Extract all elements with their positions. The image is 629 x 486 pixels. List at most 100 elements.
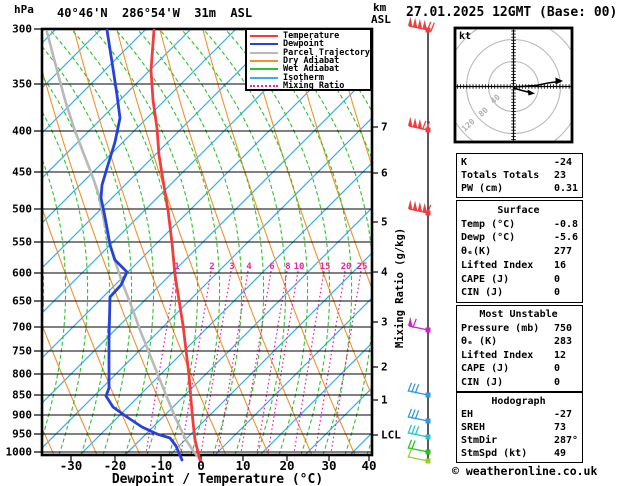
stat-label: PW (cm) [461, 183, 504, 194]
stat-row: Pressure (mb) 750 [461, 323, 582, 334]
dry-adiabat-line [0, 30, 11, 455]
wind-barb [407, 439, 431, 455]
km-tick-label: 4 [381, 266, 388, 279]
legend: Temperature Dewpoint Parcel Trajectory Dry … [245, 28, 372, 91]
stat-label: Pressure (mb) [461, 322, 540, 334]
surface-box: Surface Temp (°C) -0.8 Dewp (°C) -5.6 θₑ(K) 27… [456, 200, 583, 303]
km-tick-label: 6 [381, 167, 388, 180]
stat-value: 0 [554, 273, 561, 285]
most-unstable-box: Most Unstable Pressure (mb) 750 θₑ (K) 283 Li… [456, 305, 583, 392]
pressure-tick-label: 450 [12, 166, 32, 179]
pressure-tick-label: 800 [12, 368, 32, 381]
stat-row: CIN (J) 0 [461, 287, 582, 298]
stat-label: K [461, 157, 468, 168]
stat-value: -5.6 [554, 232, 579, 244]
wind-barb [407, 424, 431, 440]
legend-item: Mixing Ratio [250, 82, 370, 90]
stat-label: CAPE (J) [461, 273, 510, 285]
station-title: 40°46'N 286°54'W 31m ASL [57, 6, 253, 20]
stat-row: K -24 [461, 157, 582, 168]
stat-value: 283 [554, 336, 573, 348]
pressure-tick-label: 350 [12, 78, 32, 91]
wind-barb [408, 199, 432, 216]
stat-row: StmSpd (kt) 49 [461, 448, 582, 459]
stat-row: CAPE (J) 0 [461, 363, 582, 374]
stat-value: -24 [554, 157, 573, 168]
pressure-tick-label: 300 [12, 23, 32, 36]
hodograph-unit-label: kt [459, 31, 472, 42]
stat-label: Dewp (°C) [461, 232, 516, 244]
section-title: Hodograph [491, 396, 546, 407]
mixing-ratio-axis-title: Mixing Ratio (g/kg) [394, 227, 406, 348]
stat-label: SREH [461, 422, 486, 433]
stat-value: 750 [554, 322, 573, 334]
pressure-axis-unit-label: hPa [14, 3, 34, 16]
stat-label: Totals Totals [461, 170, 540, 181]
datetime-label: 27.01.2025 12GMT (Base: 00) [406, 5, 618, 20]
pressure-tick-label: 700 [12, 321, 32, 334]
stats-box: K -24 Totals Totals 23 PW (cm) 0.31 [456, 153, 583, 198]
km-tick-label: 2 [381, 361, 388, 374]
section-title: Most Unstable [479, 309, 558, 321]
asl-axis-unit-label: ASL [371, 13, 391, 26]
stat-row: PW (cm) 0.31 [461, 183, 582, 194]
stat-value: -27 [554, 409, 573, 420]
section-title: Surface [497, 204, 540, 216]
pressure-tick-label: 750 [12, 345, 32, 358]
mixing-ratio-value-label: 2 [209, 262, 214, 272]
mixing-ratio-value-label: 6 [269, 262, 274, 272]
wind-barb [407, 408, 431, 424]
stat-value: 287° [554, 435, 579, 446]
hodograph-stats-box: Hodograph EH -27 SREH 73 StmDir 287° StmSpd (kt… [456, 392, 583, 463]
stat-label: StmDir [461, 435, 498, 446]
km-tick-label: 1 [381, 394, 388, 407]
stat-value: 16 [554, 259, 567, 271]
stat-label: Temp (°C) [461, 218, 516, 230]
temp-tick-label: -20 [104, 458, 127, 473]
legend-label: Mixing Ratio [283, 80, 345, 91]
mixing-ratio-value-label: 3 [229, 262, 234, 272]
pressure-tick-label: 950 [12, 428, 32, 441]
stat-row: Temp (°C) -0.8 [461, 219, 582, 230]
stat-value: 49 [554, 448, 567, 459]
stat-label: Lifted Index [461, 349, 534, 361]
stat-label: StmSpd (kt) [461, 448, 528, 459]
stat-row: SREH 73 [461, 422, 582, 433]
mixing-ratio-value-label: 8 [285, 262, 290, 272]
isotherm-line [0, 30, 10, 455]
pressure-tick-label: 500 [12, 203, 32, 216]
stat-value: 23 [554, 170, 567, 181]
stat-row: CAPE (J) 0 [461, 274, 582, 285]
pressure-tick-label: 850 [12, 389, 32, 402]
wind-barb [407, 382, 431, 398]
pressure-tick-label: 400 [12, 125, 32, 138]
copyright-label: © weatheronline.co.uk [452, 464, 598, 478]
stat-row: Lifted Index 16 [461, 260, 582, 271]
km-tick-label: LCL [381, 429, 401, 442]
stat-label: θₑ(K) [461, 246, 492, 257]
legend-swatch-dewpoint [250, 43, 278, 46]
stat-value: -0.8 [554, 218, 579, 230]
legend-swatch-isotherm [250, 76, 278, 79]
temp-tick-label: 20 [279, 458, 294, 473]
stat-value: 0 [554, 363, 561, 375]
wind-barb [408, 316, 431, 333]
stat-row: Lifted Index 12 [461, 350, 582, 361]
stat-value: 73 [554, 422, 567, 433]
legend-swatch-parcel-trajectory [250, 51, 278, 54]
stat-label: Lifted Index [461, 259, 534, 271]
x-axis-title: Dewpoint / Temperature (°C) [111, 472, 324, 486]
pressure-tick-label: 1000 [6, 446, 33, 459]
mixing-ratio-line [200, 270, 232, 454]
stat-row: θₑ(K) 277 [461, 246, 582, 257]
stat-row: Totals Totals 23 [461, 170, 582, 181]
pressure-tick-label: 900 [12, 409, 32, 422]
legend-swatch-dry-adiabat [250, 60, 278, 63]
km-tick-label: 7 [381, 121, 388, 134]
mixing-ratio-value-label: 20 [341, 262, 352, 272]
pressure-tick-label: 600 [12, 267, 32, 280]
legend-swatch-mixing-ratio [250, 84, 278, 87]
pressure-tick-label: 650 [12, 295, 32, 308]
km-tick-label: 5 [381, 216, 388, 229]
temp-tick-label: -30 [60, 458, 83, 473]
